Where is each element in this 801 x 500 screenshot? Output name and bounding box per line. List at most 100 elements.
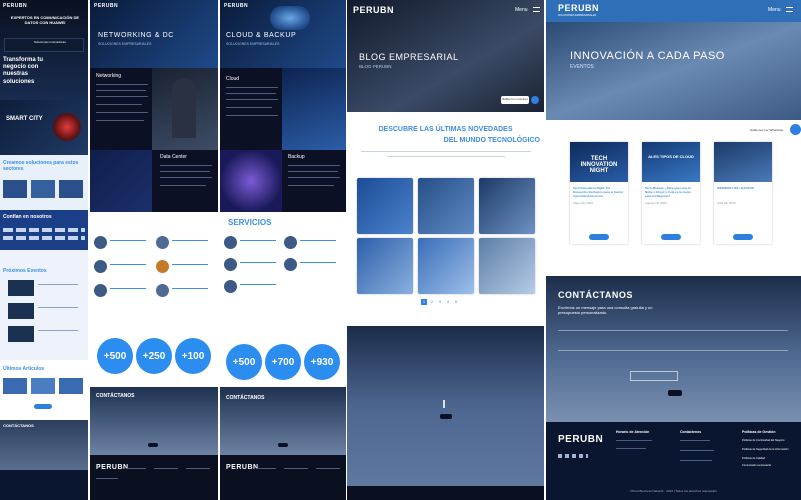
footer-text-line [616,440,652,441]
stat-circle: +500 [226,344,262,380]
service-title [172,264,208,265]
send-button[interactable] [148,443,158,447]
text-line [288,177,340,178]
footer [347,486,544,500]
intro-text-line [387,156,505,157]
hamburger-icon[interactable] [786,7,793,12]
footer [220,455,346,500]
hamburger-icon[interactable] [533,7,540,12]
smart-city-label: SMART CITY [6,116,43,122]
footer-col-title: Políticas de Gestión [742,430,776,434]
whatsapp-icon[interactable] [790,124,801,135]
hero-subtitle: SOLUCIONES EMPRESARIALES [226,42,280,46]
service-title [110,240,146,241]
policy-link[interactable]: Políticas de Continuidad del Negocio [742,439,798,442]
service-title [240,240,276,241]
pagination-page[interactable]: 2 [429,299,435,305]
section-heading-line1: DESCUBRE LAS ÚLTIMAS NOVEDADES [378,126,513,133]
stat-circle: +500 [97,338,133,374]
social-icons[interactable] [558,454,588,458]
service-icon [284,258,297,271]
contact-text: Envíenos un mensaje para una consulta gr… [558,305,653,315]
chat-bubble[interactable]: Habla con nosotros [501,96,529,104]
policy-link[interactable]: Comunicado empresarial [742,464,798,467]
footer-text-line [284,468,308,469]
pagination-page[interactable]: 3 [437,299,443,305]
contact-section [347,326,544,486]
footer-text-line [186,468,210,469]
pagination-page[interactable]: 4 [445,299,451,305]
article-thumb[interactable] [3,378,27,394]
policy-link[interactable]: Políticas de Seguridad de la Información [742,448,798,451]
event-thumb[interactable] [8,326,34,342]
cloud-heading: Cloud [226,76,240,82]
more-articles-button[interactable] [34,404,52,409]
pagination-page[interactable]: 5 [453,299,459,305]
intro-text-line [361,151,531,152]
logo[interactable]: PERUBN [558,3,599,13]
text-line [96,84,148,85]
logo[interactable]: PERUBN [353,5,394,15]
service-icon [94,236,107,249]
blog-card[interactable] [479,238,535,294]
footer-text-line [680,440,710,441]
sector-card[interactable] [3,180,27,198]
text-line [160,165,212,166]
send-button[interactable] [440,414,452,419]
blog-card[interactable] [357,238,413,294]
logo[interactable]: PERUBN [3,3,27,9]
social-icons[interactable] [96,478,118,479]
send-button[interactable] [278,443,288,447]
blog-card[interactable] [418,178,474,234]
footer-text-line [126,468,146,469]
service-icon [284,236,297,249]
copyright: ©Perú Business Network · 2024 | Todos lo… [630,489,717,493]
sector-card[interactable] [59,180,83,198]
event-button[interactable] [589,234,609,240]
datacenter-photo [90,150,152,212]
whatsapp-bubble[interactable]: Hablemos por WhatsApp [748,126,792,134]
blog-card[interactable] [479,178,535,234]
form-field[interactable] [558,330,788,331]
event-thumb[interactable] [8,303,34,319]
event-text-line [38,330,78,331]
form-field[interactable] [558,350,788,351]
event-title[interactable]: Tech Meetup: ¿Para qué sirve la Nube o C… [645,186,697,198]
event-button[interactable] [661,234,681,240]
logo[interactable]: PERUBN [224,3,248,9]
field-divider [443,400,445,408]
logo[interactable]: PERUBN [94,3,118,9]
stat-circle: +700 [265,344,301,380]
footer-logo: PERUBN [226,464,259,471]
smart-city-globe [52,112,82,142]
article-thumb[interactable] [31,378,55,394]
sector-card[interactable] [31,180,55,198]
article-thumb[interactable] [59,378,83,394]
hero-subtitle: SOLUCIONES EMPRESARIALES [98,42,152,46]
chat-icon[interactable] [531,96,539,104]
pagination-page[interactable]: 1 [421,299,427,305]
menu-label[interactable]: Menu [768,7,781,13]
footer-col-title: Contáctenos [680,430,702,434]
event-date: Mayo 30, 2024 [573,201,593,205]
footer-text-line [316,468,340,469]
event-banner: ALES TIPOS DE CLOUD [642,142,700,182]
event-button[interactable] [733,234,753,240]
menu-label[interactable]: Menu [515,7,528,13]
blog-card[interactable] [357,178,413,234]
contact-heading: CONTÁCTANOS [558,290,633,300]
text-line [288,171,338,172]
policy-link[interactable]: Políticas de Calidad [742,457,798,460]
event-title[interactable]: Tech Innovation Night: Un Encuentro Excl… [573,186,625,198]
event-title[interactable]: WEBINAR LIFE / BACKUP [717,186,769,190]
blog-card[interactable] [418,238,474,294]
service-title [240,284,276,285]
hero-subtitle: EVENTOS [570,64,594,70]
service-icon [224,236,237,249]
send-button[interactable] [668,390,682,396]
consent-checkboxes[interactable] [630,371,678,381]
service-icon [156,284,169,297]
event-thumb[interactable] [8,280,34,296]
text-line [226,115,278,116]
footer-logo: PERUBN [558,434,604,445]
